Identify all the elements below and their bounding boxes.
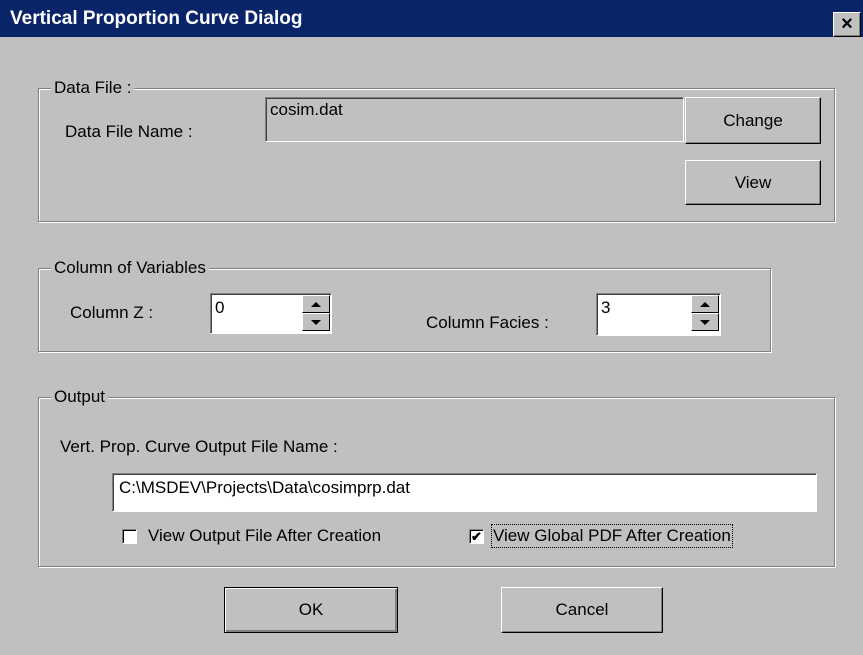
output-file-value[interactable]: C:\MSDEV\Projects\Data\cosimprp.dat [119, 478, 410, 497]
column-variables-legend: Column of Variables [51, 258, 209, 278]
close-button[interactable]: × [833, 12, 861, 37]
view-button[interactable]: View [685, 160, 821, 205]
column-facies-value[interactable]: 3 [601, 298, 610, 318]
column-z-down-button[interactable] [302, 313, 330, 331]
dialog-title: Vertical Proportion Curve Dialog [10, 8, 303, 29]
view-output-checkbox[interactable] [122, 529, 137, 544]
view-pdf-label[interactable]: View Global PDF After Creation [491, 524, 733, 548]
ok-button[interactable]: OK [224, 587, 398, 633]
cancel-button-label: Cancel [555, 600, 609, 619]
arrow-down-icon [700, 319, 710, 325]
column-facies-label: Column Facies : [426, 313, 549, 332]
title-bar: Vertical Proportion Curve Dialog × [0, 0, 863, 37]
data-file-name-field: cosim.dat [265, 97, 684, 142]
close-icon: × [841, 13, 853, 35]
column-facies-down-button[interactable] [691, 313, 719, 331]
arrow-down-icon [311, 319, 321, 325]
column-z-up-button[interactable] [302, 295, 330, 313]
data-file-name-value: cosim.dat [270, 100, 343, 119]
data-file-name-label: Data File Name : [65, 122, 193, 141]
data-file-legend: Data File : [51, 78, 135, 98]
ok-button-label: OK [298, 600, 324, 619]
view-button-label: View [734, 173, 772, 192]
output-legend: Output [51, 387, 109, 407]
arrow-up-icon [700, 301, 710, 307]
arrow-up-icon [311, 301, 321, 307]
column-facies-spinner[interactable]: 3 [596, 293, 721, 336]
check-icon: ✔ [471, 529, 482, 544]
column-z-spinner[interactable]: 0 [210, 293, 332, 334]
output-file-label: Vert. Prop. Curve Output File Name : [60, 437, 338, 456]
view-output-label[interactable]: View Output File After Creation [148, 526, 381, 546]
column-facies-up-button[interactable] [691, 295, 719, 313]
output-file-input[interactable]: C:\MSDEV\Projects\Data\cosimprp.dat [112, 473, 817, 512]
column-z-label: Column Z : [70, 303, 154, 322]
column-z-value[interactable]: 0 [215, 298, 224, 318]
cancel-button[interactable]: Cancel [501, 587, 663, 633]
view-pdf-checkbox[interactable]: ✔ [469, 529, 484, 544]
change-button[interactable]: Change [685, 97, 821, 144]
change-button-label: Change [723, 111, 783, 130]
